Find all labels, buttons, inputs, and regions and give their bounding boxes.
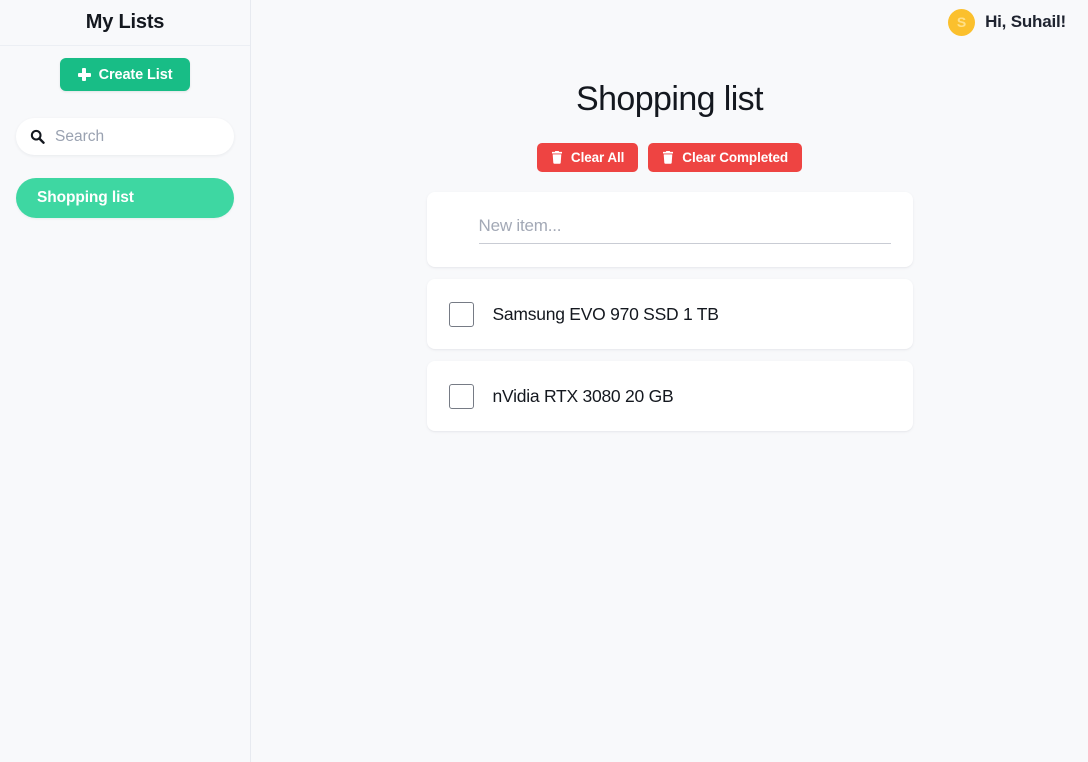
clear-completed-button[interactable]: Clear Completed: [648, 143, 803, 172]
search-input[interactable]: [55, 118, 220, 155]
avatar[interactable]: S: [948, 8, 976, 36]
item-checkbox[interactable]: [448, 301, 474, 327]
clear-all-button-label: Clear All: [570, 150, 625, 165]
search-field[interactable]: [16, 118, 234, 155]
new-item-card: [426, 192, 913, 267]
create-list-button[interactable]: Create List: [59, 58, 191, 91]
sidebar-header: My Lists: [0, 0, 250, 46]
search-icon: [30, 129, 45, 144]
new-item-input[interactable]: [478, 215, 891, 244]
clear-completed-button-label: Clear Completed: [682, 150, 789, 165]
sidebar-item-label: Shopping list: [37, 189, 134, 206]
page-title: Shopping list: [576, 80, 763, 118]
list-item[interactable]: nVidia RTX 3080 20 GB: [426, 361, 913, 431]
plus-icon: [77, 68, 91, 81]
trash-icon: [663, 151, 674, 164]
trash-icon: [551, 151, 562, 164]
sidebar-item-shopping-list[interactable]: Shopping list: [16, 178, 234, 218]
list-item[interactable]: Samsung EVO 970 SSD 1 TB: [426, 279, 913, 349]
create-list-button-label: Create List: [98, 66, 173, 83]
list-container: Samsung EVO 970 SSD 1 TB nVidia RTX 3080…: [426, 192, 913, 431]
item-checkbox[interactable]: [448, 383, 474, 409]
main-content: S Hi, Suhail! Shopping list Clear All Cl…: [251, 0, 1088, 762]
sidebar: My Lists Create List Shopping list: [0, 0, 251, 762]
action-row: Clear All Clear Completed: [251, 143, 1088, 172]
sidebar-title: My Lists: [85, 11, 165, 33]
topbar: S Hi, Suhail!: [251, 0, 1088, 44]
greeting-text: Hi, Suhail!: [985, 12, 1066, 31]
sidebar-body: Create List Shopping list: [0, 46, 250, 218]
item-label: nVidia RTX 3080 20 GB: [492, 385, 674, 406]
app-root: My Lists Create List Shopping list S: [0, 0, 1088, 762]
clear-all-button[interactable]: Clear All: [536, 143, 639, 172]
item-label: Samsung EVO 970 SSD 1 TB: [492, 303, 719, 324]
